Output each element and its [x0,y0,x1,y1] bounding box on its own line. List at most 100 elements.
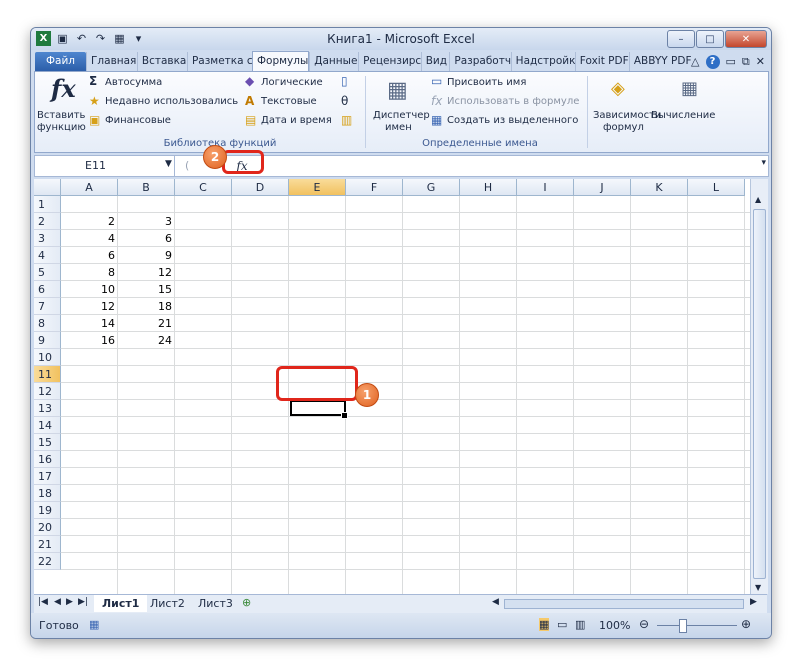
row-header-6[interactable]: 6 [34,281,61,298]
expand-formula-bar-icon[interactable]: ▾ [761,158,766,168]
cell-b7[interactable]: 18 [118,298,175,315]
lookup-icon[interactable]: ▯ [341,74,348,88]
column-header-j[interactable]: J [574,179,631,196]
row-header-20[interactable]: 20 [34,519,61,536]
cell-a9[interactable]: 16 [61,332,118,349]
column-header-l[interactable]: L [688,179,745,196]
normal-view-icon[interactable]: ▦ [539,618,550,631]
workbook-close-icon[interactable]: ✕ [756,55,765,68]
calculation-icon[interactable]: ▦ [681,78,698,99]
name-manager-icon[interactable]: ▦ [387,78,408,103]
cell-a7[interactable]: 12 [61,298,118,315]
name-box-dropdown-icon[interactable]: ▼ [165,159,172,169]
cell-a3[interactable]: 4 [61,230,118,247]
row-header-18[interactable]: 18 [34,485,61,502]
tab-developer[interactable]: Разработч [449,52,511,71]
zoom-in-icon[interactable]: ⊕ [741,617,751,631]
cell-a6[interactable]: 10 [61,281,118,298]
row-header-2[interactable]: 2 [34,213,61,230]
cell-a4[interactable]: 6 [61,247,118,264]
column-header-k[interactable]: K [631,179,688,196]
row-header-14[interactable]: 14 [34,417,61,434]
dependencies-label-2[interactable]: формул [603,122,644,133]
tab-foxit-pdf[interactable]: Foxit PDF [574,52,629,71]
sheet-tab-3[interactable]: Лист3 [190,595,241,612]
cell-a2[interactable]: 2 [61,213,118,230]
more-functions-icon[interactable]: ▥ [341,113,352,127]
create-from-selection-icon[interactable]: ▦ [431,113,442,127]
workbook-minimize-icon[interactable]: ▭ [726,55,736,68]
cell-b2[interactable]: 3 [118,213,175,230]
column-header-f[interactable]: F [346,179,403,196]
column-header-b[interactable]: B [118,179,175,196]
cell-a8[interactable]: 14 [61,315,118,332]
tab-insert[interactable]: Вставка [136,52,187,71]
ribbon-collapse-icon[interactable]: △ [691,55,699,68]
logical-icon[interactable]: ◆ [245,74,254,88]
row-header-17[interactable]: 17 [34,468,61,485]
column-header-c[interactable]: C [175,179,232,196]
cell-a5[interactable]: 8 [61,264,118,281]
cell-b9[interactable]: 24 [118,332,175,349]
column-header-i[interactable]: I [517,179,574,196]
row-header-16[interactable]: 16 [34,451,61,468]
column-header-d[interactable]: D [232,179,289,196]
row-header-1[interactable]: 1 [34,196,61,213]
define-name-icon[interactable]: ▭ [431,74,442,88]
autosum-label[interactable]: Автосумма [105,77,162,88]
datetime-icon[interactable]: ▤ [245,113,256,127]
horizontal-scroll-left-icon[interactable]: ◀ [492,597,499,607]
sheet-tab-1[interactable]: Лист1 [94,595,148,612]
minimize-button[interactable]: – [667,30,695,48]
zoom-out-icon[interactable]: ⊖ [639,617,649,631]
macro-record-icon[interactable]: ▦ [89,618,99,631]
row-header-19[interactable]: 19 [34,502,61,519]
insert-sheet-icon[interactable]: ⊕ [242,596,251,609]
row-header-4[interactable]: 4 [34,247,61,264]
sheet-nav-first-icon[interactable]: |◀ [38,597,48,607]
worksheet-grid[interactable]: ABCDEFGHIJKL 1 2 3 4 5 6 7 8 9 10 11 12 13 14 15 16 17 18… [34,179,750,594]
row-header-11[interactable]: 11 [34,366,61,383]
name-manager-label-1[interactable]: Диспетчер [373,110,430,121]
page-layout-view-icon[interactable]: ▭ [557,618,567,631]
math-icon[interactable]: θ [341,94,348,108]
row-header-9[interactable]: 9 [34,332,61,349]
sheet-nav-last-icon[interactable]: ▶| [78,597,88,607]
create-from-selection-label[interactable]: Создать из выделенного [447,115,578,126]
formula-auditing-icon[interactable]: ◈ [611,78,625,99]
row-header-10[interactable]: 10 [34,349,61,366]
datetime-label[interactable]: Дата и время [261,115,332,126]
tab-page-layout[interactable]: Разметка с [186,52,252,71]
zoom-slider-track[interactable] [657,625,737,626]
select-all-corner[interactable] [34,179,61,196]
insert-function-label-2[interactable]: функцию [37,122,86,133]
vertical-scrollbar[interactable]: ▲ ▼ [750,179,768,594]
row-header-7[interactable]: 7 [34,298,61,315]
recent-functions-icon[interactable]: ★ [89,94,100,108]
column-header-e[interactable]: E [289,179,346,196]
scroll-down-icon[interactable]: ▼ [755,583,761,592]
zoom-slider-thumb[interactable] [679,619,687,633]
row-header-8[interactable]: 8 [34,315,61,332]
tab-addins[interactable]: Надстройк [510,52,575,71]
close-button[interactable]: ✕ [725,30,767,48]
tab-home[interactable]: Главная [86,52,137,71]
cell-b5[interactable]: 12 [118,264,175,281]
cell-b4[interactable]: 9 [118,247,175,264]
column-header-h[interactable]: H [460,179,517,196]
horizontal-scroll-right-icon[interactable]: ▶ [750,597,757,607]
active-cell[interactable] [290,400,346,416]
cell-b8[interactable]: 21 [118,315,175,332]
financial-icon[interactable]: ▣ [89,113,100,127]
fill-handle[interactable] [341,412,348,419]
row-header-12[interactable]: 12 [34,383,61,400]
row-header-22[interactable]: 22 [34,553,61,570]
name-manager-label-2[interactable]: имен [385,122,412,133]
help-icon[interactable]: ? [705,54,720,69]
define-name-label[interactable]: Присвоить имя [447,77,526,88]
financial-label[interactable]: Финансовые [105,115,171,126]
row-header-13[interactable]: 13 [34,400,61,417]
cell-b6[interactable]: 15 [118,281,175,298]
workbook-restore-icon[interactable]: ⧉ [742,55,750,69]
row-header-21[interactable]: 21 [34,536,61,553]
